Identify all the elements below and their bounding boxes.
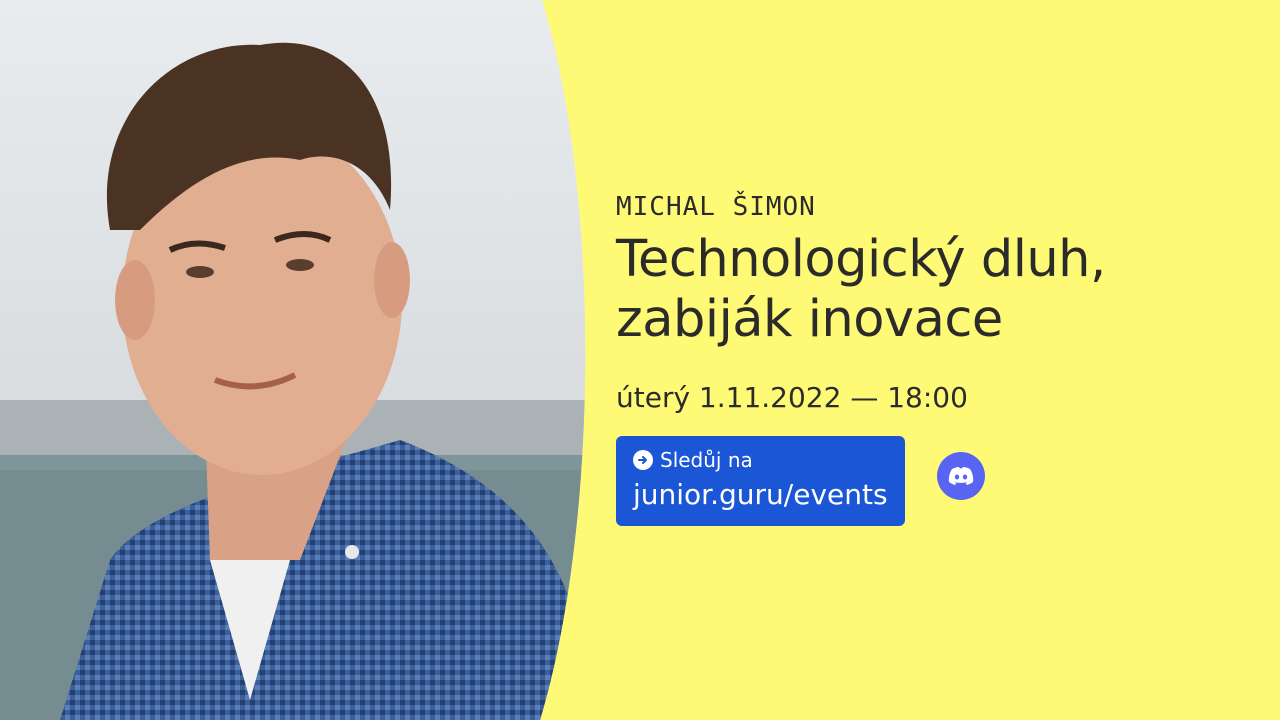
event-title-line2: zabiják inovace	[616, 290, 1003, 349]
cta-label-row: Sledůj na	[633, 446, 888, 474]
speaker-photo	[0, 0, 600, 720]
discord-icon[interactable]	[937, 452, 985, 500]
cta-label: Sledůj na	[660, 448, 753, 472]
event-title: Technologický dluh, zabiják inovace	[616, 230, 1256, 350]
speaker-name: MICHAL ŠIMON	[616, 192, 816, 222]
cta-url: junior.guru/events	[633, 478, 888, 511]
event-datetime: úterý 1.11.2022 — 18:00	[616, 381, 968, 414]
event-info: MICHAL ŠIMON Technologický dluh, zabiják…	[616, 190, 1256, 526]
cta-row: Sledůj na junior.guru/events	[616, 436, 1256, 526]
event-title-line1: Technologický dluh,	[616, 230, 1106, 289]
watch-link-button[interactable]: Sledůj na junior.guru/events	[616, 436, 905, 526]
arrow-right-circle-icon	[633, 450, 653, 470]
